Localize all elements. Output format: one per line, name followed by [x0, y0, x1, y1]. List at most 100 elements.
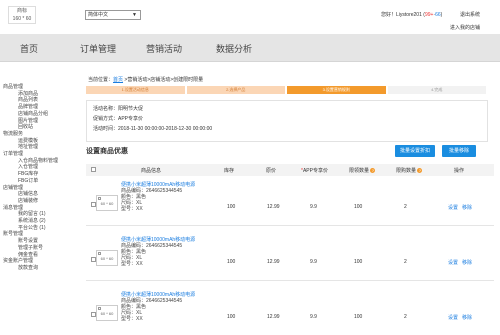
nav-analytics[interactable]: 数据分析	[216, 42, 252, 55]
table-row: 60 * 60 便携小米超薄10000mAh移动电源 商品编码：2646625344…	[86, 176, 494, 226]
help-icon[interactable]: ?	[370, 168, 376, 174]
image-placeholder-icon	[98, 307, 101, 310]
sidebar: 商品管理 添加商品 商品列表 品牌管理 店铺商品分组 图片管理 回收站 物流服务 运费模板 地址管…	[0, 62, 70, 335]
table-row: 60 * 60 便携小米超薄10000mAh移动电源 商品编码：2646625344…	[86, 231, 494, 281]
thumbnail-size: 60 * 60	[100, 311, 114, 316]
logout-link[interactable]: 退出系统	[460, 11, 480, 18]
greeting-prefix: 您好！	[381, 12, 397, 18]
enter-shop-link[interactable]: 进入我的店铺	[450, 24, 480, 31]
product-thumbnail[interactable]: 60 * 60	[96, 195, 118, 211]
nav-home[interactable]: 首页	[20, 42, 38, 55]
col-limit-claim-label: 限领数量	[349, 168, 370, 174]
product-attribute: 型号：XX	[121, 316, 143, 322]
limit-claim-value[interactable]: 100	[354, 314, 362, 320]
help-icon[interactable]: ?	[417, 168, 423, 174]
message-count[interactable]: 66	[435, 12, 441, 18]
sidebar-item[interactable]: 店铺装修	[0, 198, 70, 205]
set-link[interactable]: 设置	[448, 204, 458, 211]
sidebar-item[interactable]: FBG订单	[0, 178, 70, 185]
sidebar-item[interactable]: 品牌管理	[0, 104, 70, 111]
sidebar-item[interactable]: 账号设置	[0, 238, 70, 245]
sidebar-group[interactable]: 商品管理	[0, 84, 70, 91]
activity-info: 活动名称：阳明节大促 促销方式：APP专享价 活动时间：2018-11-30 0…	[86, 100, 488, 142]
step-4: 4.完成	[387, 86, 486, 94]
sidebar-group[interactable]: 订单管理	[0, 151, 70, 158]
activity-name: 活动名称：阳明节大促	[93, 106, 144, 112]
remove-link[interactable]: 移除	[462, 204, 472, 211]
app-price-value[interactable]: 9.9	[310, 314, 317, 320]
col-product-info: 商品信息	[141, 168, 162, 174]
col-stock: 库存	[224, 168, 235, 174]
image-placeholder-icon	[98, 197, 101, 200]
sidebar-item[interactable]: 管理子账号	[0, 245, 70, 252]
app-price-value[interactable]: 9.9	[310, 259, 317, 265]
price-value: 12.99	[267, 204, 280, 210]
batch-set-button[interactable]: 批量设置折扣	[395, 145, 435, 157]
main-nav: 首页 订单管理 营销活动 数据分析	[0, 34, 500, 62]
product-thumbnail[interactable]: 60 * 60	[96, 250, 118, 266]
section-title: 设置商品优惠	[86, 148, 128, 155]
select-all-checkbox[interactable]	[91, 167, 96, 172]
logo-placeholder[interactable]: 商标 160 * 60	[8, 6, 36, 24]
breadcrumb-path: >营销活动>店铺活动>创建限时限量	[123, 77, 204, 83]
step-3: 3.设置营销规则	[287, 86, 386, 94]
sidebar-item[interactable]: 系统消息 (2)	[0, 218, 70, 225]
step-2: 2.选择产品	[186, 86, 285, 94]
set-link[interactable]: 设置	[448, 259, 458, 266]
breadcrumb-prefix: 当前位置：	[88, 77, 114, 83]
breadcrumb: 当前位置：首页 >营销活动>店铺活动>创建限时限量	[88, 76, 203, 83]
batch-remove-button[interactable]: 批量移除	[442, 145, 476, 157]
username[interactable]: Liystore201	[396, 12, 422, 18]
col-limit-buy-label: 限购数量	[396, 168, 417, 174]
stock-value: 100	[227, 204, 236, 210]
activity-time: 活动时间：2018-11-30 00:00:00-2018-12-30 00:0…	[93, 126, 213, 132]
product-info: 便携小米超薄10000mAh移动电源 商品编码：2646625344545 颜色：黑…	[121, 292, 195, 322]
col-price: 原价	[266, 168, 277, 174]
sidebar-item[interactable]: 店铺商品分组	[0, 111, 70, 118]
sidebar-item[interactable]: 图片管理	[0, 118, 70, 125]
limit-buy-value[interactable]: 2	[404, 259, 407, 265]
table-header: 商品信息 库存 原价 *APP专享价 限领数量 ? 限购数量 ? 操作	[86, 164, 494, 176]
sidebar-item[interactable]: 店铺信息	[0, 191, 70, 198]
stock-value: 100	[227, 259, 236, 265]
remove-link[interactable]: 移除	[462, 259, 472, 266]
logo-text: 商标	[16, 8, 27, 14]
top-header: 商标 160 * 60 简体中文 ▼ 您好！Liystore201 (99+·6…	[0, 0, 500, 34]
language-select[interactable]: 简体中文 ▼	[85, 10, 141, 20]
logo-size: 160 * 60	[12, 16, 32, 22]
product-info: 便携小米超薄10000mAh移动电源 商品编码：2646625344545 颜色：黑…	[121, 182, 195, 212]
col-app-price-label: APP专享价	[302, 168, 328, 174]
sidebar-item[interactable]: 回收站	[0, 124, 70, 131]
app-price-value[interactable]: 9.9	[310, 204, 317, 210]
sidebar-group[interactable]: 物流服务	[0, 131, 70, 138]
table-row: 60 * 60 便携小米超薄10000mAh移动电源 商品编码：2646625344…	[86, 286, 494, 335]
nav-marketing[interactable]: 营销活动	[146, 42, 182, 55]
notification-count[interactable]: 99+	[425, 12, 433, 18]
thumbnail-size: 60 * 60	[100, 201, 114, 206]
product-attribute: 型号：XX	[121, 261, 143, 267]
sidebar-item[interactable]: 放款查询	[0, 265, 70, 272]
product-info: 便携小米超薄10000mAh移动电源 商品编码：2646625344545 颜色：黑…	[121, 237, 195, 267]
limit-claim-value[interactable]: 100	[354, 259, 362, 265]
col-actions: 操作	[454, 168, 465, 174]
image-placeholder-icon	[98, 252, 101, 255]
main-content: 当前位置：首页 >营销活动>店铺活动>创建限时限量 1.设置活动信息 2.选择产…	[80, 62, 494, 335]
product-thumbnail[interactable]: 60 * 60	[96, 305, 118, 321]
set-link[interactable]: 设置	[448, 314, 458, 321]
sidebar-group[interactable]: 资金账户管理	[0, 258, 70, 265]
limit-claim-value[interactable]: 100	[354, 204, 362, 210]
step-1: 1.设置活动信息	[86, 86, 185, 94]
sidebar-item[interactable]: FBG库存	[0, 171, 70, 178]
limit-buy-value[interactable]: 2	[404, 314, 407, 320]
nav-orders[interactable]: 订单管理	[80, 42, 116, 55]
col-limit-buy: 限购数量 ?	[396, 167, 423, 174]
breadcrumb-home-link[interactable]: 首页	[113, 77, 123, 83]
price-value: 12.99	[267, 314, 280, 320]
thumbnail-size: 60 * 60	[100, 256, 114, 261]
step-progress: 1.设置活动信息 2.选择产品 3.设置营销规则 4.完成	[86, 86, 488, 94]
limit-buy-value[interactable]: 2	[404, 204, 407, 210]
remove-link[interactable]: 移除	[462, 314, 472, 321]
user-greeting: 您好！Liystore201 (99+·66)	[381, 12, 443, 18]
price-value: 12.99	[267, 259, 280, 265]
stock-value: 100	[227, 314, 236, 320]
